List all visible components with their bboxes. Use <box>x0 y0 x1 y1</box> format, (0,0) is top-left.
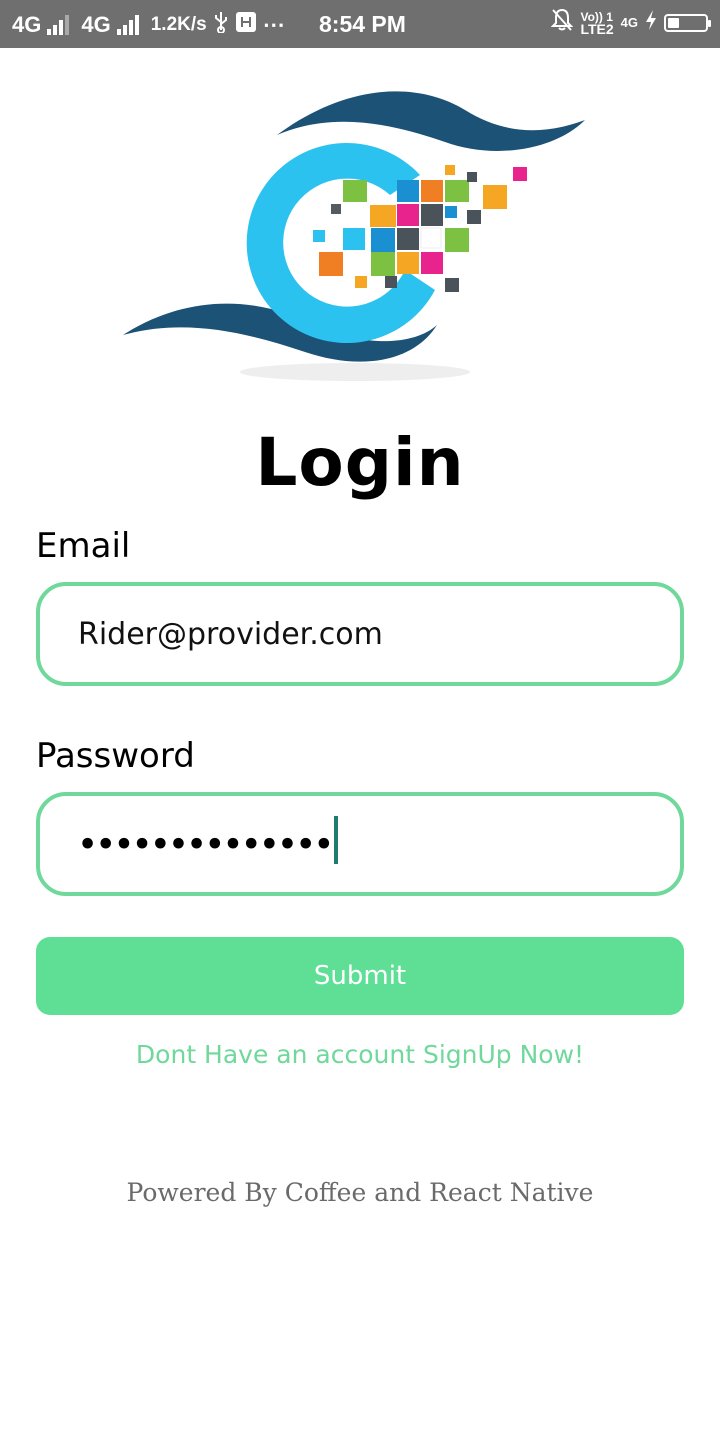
submit-button[interactable]: Submit <box>36 937 684 1015</box>
password-input[interactable]: •••••••••••••• <box>78 816 339 870</box>
app-logo <box>123 91 585 381</box>
signup-link[interactable]: Dont Have an account SignUp Now! <box>0 1040 720 1069</box>
volte-indicator: Vo)) 1 LTE2 <box>580 11 613 36</box>
clock: 8:54 PM <box>319 11 406 37</box>
password-field-container[interactable]: •••••••••••••• <box>36 792 684 896</box>
notifications-off-icon <box>551 8 574 38</box>
network-speed: 1.2K/s <box>150 14 207 35</box>
more-notifications-icon: ⋯ <box>262 12 285 37</box>
signal-strength-icon <box>116 15 139 35</box>
usb-icon <box>213 11 229 39</box>
password-mask: •••••••••••••• <box>78 827 333 863</box>
logo-pixels <box>313 165 527 292</box>
text-cursor <box>334 816 339 864</box>
status-bar-right: Vo)) 1 LTE2 4G <box>551 8 711 38</box>
battery-level <box>668 18 679 28</box>
email-field-container <box>36 582 684 686</box>
network-type-3: 4G <box>620 15 638 30</box>
battery-icon <box>664 14 711 32</box>
signal-strength-icon <box>47 15 70 35</box>
network-type-1: 4G <box>12 12 42 37</box>
status-bar: 4G 4G 1.2K/s ⋯ 8:54 PM Vo)) 1 LTE2 4G <box>0 0 720 48</box>
debug-icon <box>235 11 257 39</box>
footer-text: Powered By Coffee and React Native <box>126 1178 594 1207</box>
volte-bottom: LTE2 <box>580 20 614 37</box>
password-label: Password <box>36 736 195 776</box>
page-title: Login <box>255 424 465 501</box>
email-input[interactable] <box>78 586 638 682</box>
email-label: Email <box>36 526 131 566</box>
status-bar-left: 4G 4G 1.2K/s ⋯ <box>12 11 285 39</box>
charging-icon <box>645 9 657 37</box>
network-type-2: 4G <box>81 12 111 37</box>
